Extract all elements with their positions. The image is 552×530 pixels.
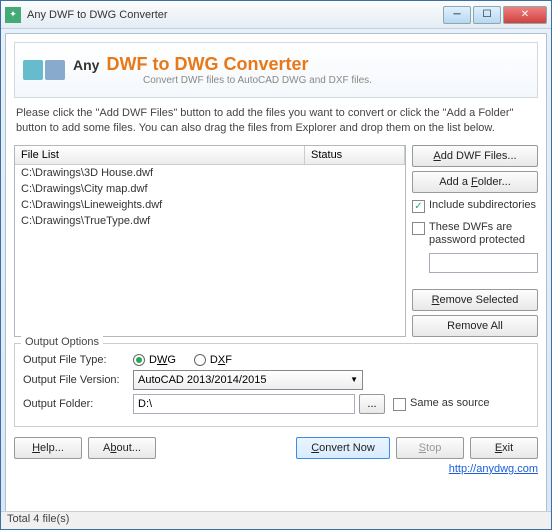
output-options-group: Output Options Output File Type: DWG DXF… bbox=[14, 343, 538, 427]
output-folder-label: Output Folder: bbox=[23, 398, 133, 410]
col-file-list[interactable]: File List bbox=[15, 146, 305, 164]
status-bar: Total 4 file(s) bbox=[1, 511, 551, 529]
list-item[interactable]: C:\Drawings\City map.dwf bbox=[15, 181, 405, 197]
exit-button[interactable]: Exit bbox=[470, 437, 538, 459]
header-icons bbox=[23, 60, 65, 80]
remove-all-button[interactable]: Remove All bbox=[412, 315, 538, 337]
browse-button[interactable]: ... bbox=[359, 394, 385, 414]
content-area: Any DWF to DWG Converter Convert DWF fil… bbox=[5, 33, 547, 527]
bottom-buttons: Help... About... Convert Now Stop Exit bbox=[14, 437, 538, 459]
help-button[interactable]: Help... bbox=[14, 437, 82, 459]
output-type-label: Output File Type: bbox=[23, 354, 133, 366]
titlebar[interactable]: ✦ Any DWF to DWG Converter ─ ☐ ✕ bbox=[1, 1, 551, 29]
stop-button[interactable]: Stop bbox=[396, 437, 464, 459]
radio-dxf[interactable]: DXF bbox=[194, 354, 232, 366]
dwf-icon bbox=[23, 60, 43, 80]
include-subdirs-label: Include subdirectories bbox=[429, 199, 536, 212]
password-protected-checkbox[interactable] bbox=[412, 222, 425, 235]
add-dwf-files-button[interactable]: Add DWF Files... bbox=[412, 145, 538, 167]
output-folder-value: D:\ bbox=[138, 398, 152, 410]
main-row: File List Status C:\Drawings\3D House.dw… bbox=[14, 145, 538, 337]
link-row: http://anydwg.com bbox=[14, 463, 538, 475]
password-protected-label: These DWFs are password protected bbox=[429, 221, 538, 247]
header-text: Any DWF to DWG Converter Convert DWF fil… bbox=[73, 54, 529, 86]
output-version-label: Output File Version: bbox=[23, 374, 133, 386]
file-list[interactable]: File List Status C:\Drawings\3D House.dw… bbox=[14, 145, 406, 337]
window-controls: ─ ☐ ✕ bbox=[443, 6, 547, 24]
output-version-value: AutoCAD 2013/2014/2015 bbox=[138, 374, 266, 386]
dwg-icon bbox=[45, 60, 65, 80]
minimize-button[interactable]: ─ bbox=[443, 6, 471, 24]
brand-prefix: Any bbox=[73, 57, 99, 73]
output-folder-row: Output Folder: D:\ ... Same as source bbox=[23, 394, 529, 414]
radio-dwg[interactable]: DWG bbox=[133, 354, 176, 366]
close-button[interactable]: ✕ bbox=[503, 6, 547, 24]
list-item[interactable]: C:\Drawings\Lineweights.dwf bbox=[15, 197, 405, 213]
app-window: ✦ Any DWF to DWG Converter ─ ☐ ✕ Any DWF… bbox=[0, 0, 552, 530]
output-version-row: Output File Version: AutoCAD 2013/2014/2… bbox=[23, 370, 529, 390]
output-version-combo[interactable]: AutoCAD 2013/2014/2015 ▼ bbox=[133, 370, 363, 390]
output-type-row: Output File Type: DWG DXF bbox=[23, 354, 529, 366]
output-group-title: Output Options bbox=[21, 336, 103, 348]
file-list-rows: C:\Drawings\3D House.dwf C:\Drawings\Cit… bbox=[15, 165, 405, 229]
radio-dwg-label: DWG bbox=[149, 354, 176, 366]
remove-selected-button[interactable]: Remove Selected bbox=[412, 289, 538, 311]
output-type-radios: DWG DXF bbox=[133, 354, 232, 366]
list-item[interactable]: C:\Drawings\TrueType.dwf bbox=[15, 213, 405, 229]
list-item[interactable]: C:\Drawings\3D House.dwf bbox=[15, 165, 405, 181]
same-as-source-label: Same as source bbox=[410, 397, 489, 410]
status-text: Total 4 file(s) bbox=[7, 513, 69, 525]
password-input[interactable] bbox=[429, 253, 538, 273]
app-icon: ✦ bbox=[5, 7, 21, 23]
password-protected-row[interactable]: These DWFs are password protected bbox=[412, 219, 538, 249]
radio-dot-icon bbox=[133, 354, 145, 366]
side-panel: Add DWF Files... Add a Folder... ✓ Inclu… bbox=[412, 145, 538, 337]
chevron-down-icon: ▼ bbox=[350, 375, 358, 384]
header-band: Any DWF to DWG Converter Convert DWF fil… bbox=[14, 42, 538, 98]
intro-text: Please click the "Add DWF Files" button … bbox=[14, 106, 538, 137]
include-subdirs-checkbox[interactable]: ✓ bbox=[412, 200, 425, 213]
col-status[interactable]: Status bbox=[305, 146, 405, 164]
radio-dxf-label: DXF bbox=[210, 354, 232, 366]
convert-now-button[interactable]: Convert Now bbox=[296, 437, 390, 459]
include-subdirs-row[interactable]: ✓ Include subdirectories bbox=[412, 197, 538, 215]
brand-title: DWF to DWG Converter bbox=[107, 54, 309, 74]
website-link[interactable]: http://anydwg.com bbox=[449, 463, 538, 475]
subtitle: Convert DWF files to AutoCAD DWG and DXF… bbox=[73, 75, 529, 86]
about-button[interactable]: About... bbox=[88, 437, 156, 459]
maximize-button[interactable]: ☐ bbox=[473, 6, 501, 24]
same-as-source-row[interactable]: Same as source bbox=[393, 395, 489, 413]
radio-dot-icon bbox=[194, 354, 206, 366]
same-as-source-checkbox[interactable] bbox=[393, 398, 406, 411]
window-title: Any DWF to DWG Converter bbox=[27, 9, 443, 21]
file-list-header: File List Status bbox=[15, 146, 405, 165]
output-folder-input[interactable]: D:\ bbox=[133, 394, 355, 414]
add-folder-button[interactable]: Add a Folder... bbox=[412, 171, 538, 193]
